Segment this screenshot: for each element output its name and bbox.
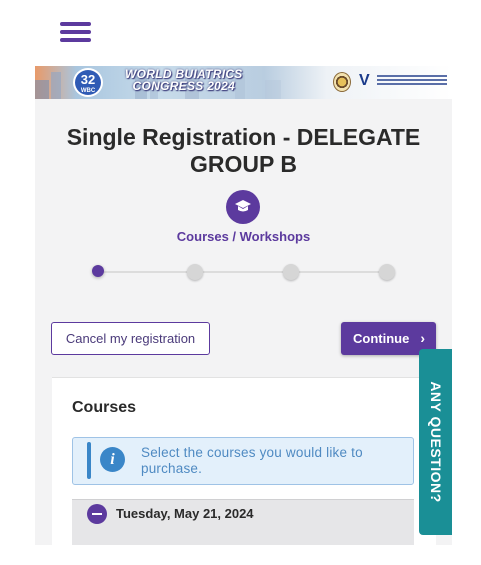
info-alert-text: Select the courses you would like to pur… [141, 445, 363, 476]
step-dot-1 [92, 265, 104, 277]
cancel-registration-button[interactable]: Cancel my registration [51, 322, 210, 355]
partner-logo: V [359, 72, 370, 89]
banner-title: WORLD BUIATRICS CONGRESS 2024 [125, 67, 243, 93]
any-question-label: ANY QUESTION? [427, 381, 444, 503]
step-dot-2 [187, 264, 203, 280]
any-question-tab[interactable]: ANY QUESTION? [419, 349, 452, 535]
step-dot-3 [283, 264, 299, 280]
hamburger-menu-icon[interactable] [60, 20, 92, 44]
page-title: Single Registration - DELEGATE GROUP B [66, 124, 421, 177]
minus-circle-icon[interactable] [87, 504, 107, 524]
congress-banner: 32 WBC WORLD BUIATRICS CONGRESS 2024 V [35, 66, 452, 99]
current-step-label: Courses / Workshops [176, 229, 311, 244]
stepper-track [98, 271, 388, 273]
continue-label: Continue [353, 331, 410, 346]
partner-logo-text-graphic [377, 75, 447, 87]
university-seal-logo [333, 72, 351, 92]
info-alert-accent [87, 442, 91, 479]
courses-title: Courses [72, 399, 137, 416]
date-group-label: Tuesday, May 21, 2024 [116, 506, 254, 521]
info-icon: i [100, 447, 125, 472]
step-dot-4 [379, 264, 395, 280]
wbc-logo: 32 WBC [73, 68, 103, 97]
graduation-cap-icon [226, 190, 260, 224]
